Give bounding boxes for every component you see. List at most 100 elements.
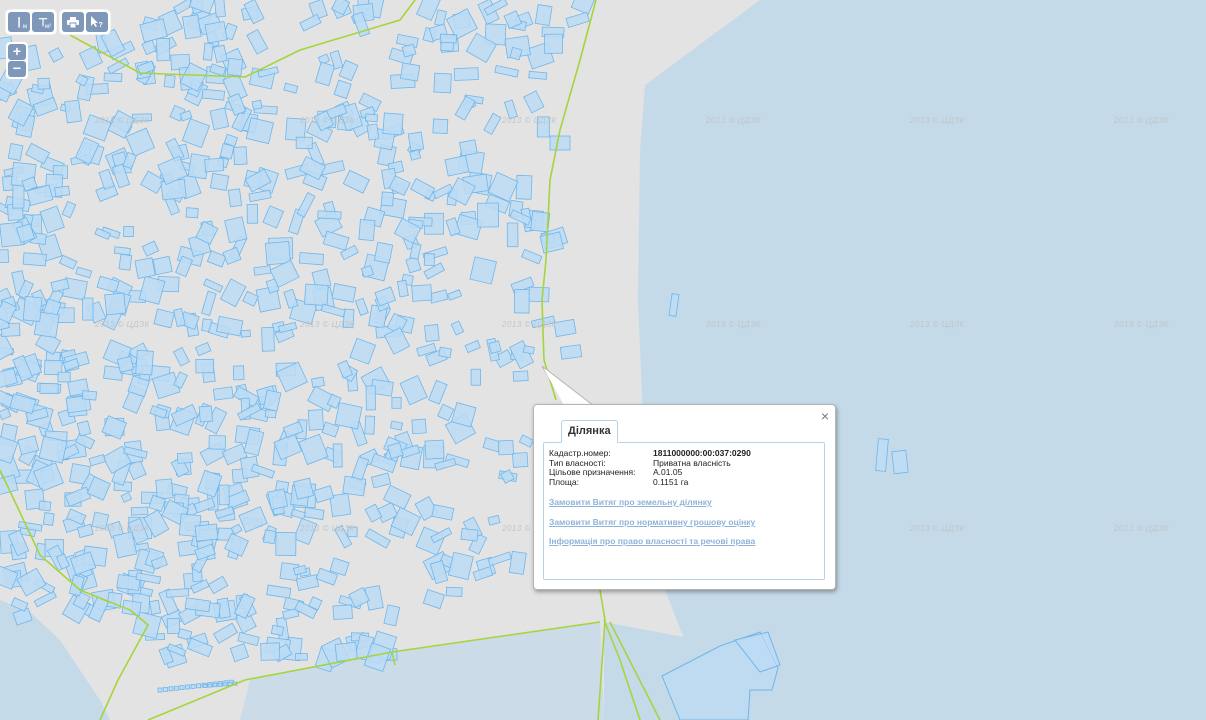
land-parcel[interactable]	[488, 340, 502, 354]
land-parcel[interactable]	[7, 143, 24, 161]
land-parcel[interactable]	[364, 415, 376, 435]
land-parcel[interactable]	[497, 439, 514, 456]
land-parcel[interactable]	[166, 617, 181, 635]
land-parcel[interactable]	[512, 370, 529, 382]
land-parcel[interactable]	[195, 358, 215, 374]
land-parcel[interactable]	[116, 355, 135, 373]
land-parcel[interactable]	[298, 252, 325, 266]
land-parcel[interactable]	[270, 624, 285, 636]
land-parcel[interactable]	[528, 286, 550, 303]
land-parcel[interactable]	[0, 249, 9, 264]
land-parcel[interactable]	[506, 222, 519, 248]
land-parcel[interactable]	[217, 682, 223, 687]
cadastral-map[interactable]	[0, 0, 1206, 720]
identify-button[interactable]: ?	[86, 12, 108, 32]
land-parcel[interactable]	[433, 72, 452, 94]
land-parcel[interactable]	[253, 265, 272, 276]
land-parcel[interactable]	[512, 452, 529, 468]
land-parcel[interactable]	[407, 131, 425, 152]
land-parcel[interactable]	[459, 139, 478, 157]
land-parcel[interactable]	[332, 604, 353, 621]
land-parcel[interactable]	[307, 409, 324, 431]
land-parcel[interactable]	[366, 123, 380, 141]
land-parcel[interactable]	[91, 511, 110, 530]
land-parcel[interactable]	[196, 683, 201, 689]
land-parcel[interactable]	[439, 33, 458, 44]
land-parcel[interactable]	[559, 344, 583, 360]
land-parcel[interactable]	[130, 506, 149, 516]
land-parcel[interactable]	[373, 241, 394, 264]
land-parcel[interactable]	[179, 685, 185, 690]
land-parcel[interactable]	[204, 157, 225, 173]
zoom-in-button[interactable]: +	[8, 44, 26, 60]
land-parcel[interactable]	[181, 14, 202, 40]
land-parcel[interactable]	[54, 185, 71, 197]
land-parcel[interactable]	[208, 435, 226, 450]
ownership-rights-info-link[interactable]: Інформація про право власності та речові…	[549, 536, 755, 546]
land-parcel[interactable]	[204, 20, 228, 44]
land-parcel[interactable]	[176, 452, 193, 464]
land-parcel[interactable]	[469, 256, 497, 285]
land-parcel[interactable]	[64, 99, 82, 124]
land-parcel[interactable]	[185, 207, 199, 219]
land-parcel[interactable]	[453, 67, 479, 81]
order-land-extract-link[interactable]: Замовити Витяг про земельну ділянку	[549, 497, 712, 507]
land-parcel[interactable]	[240, 329, 251, 338]
land-parcel[interactable]	[477, 202, 500, 228]
land-parcel[interactable]	[218, 484, 230, 506]
land-parcel[interactable]	[190, 684, 196, 689]
land-parcel[interactable]	[213, 0, 226, 18]
land-parcel[interactable]	[549, 135, 571, 151]
land-parcel[interactable]	[194, 523, 219, 542]
land-parcel[interactable]	[39, 383, 59, 395]
land-parcel[interactable]	[332, 443, 343, 468]
land-parcel[interactable]	[304, 283, 329, 307]
land-parcel[interactable]	[226, 57, 244, 77]
land-parcel[interactable]	[411, 418, 427, 435]
tab-parcel[interactable]: Ділянка	[561, 420, 618, 443]
land-parcel[interactable]	[264, 241, 291, 266]
land-parcel[interactable]	[261, 327, 275, 352]
land-parcel[interactable]	[209, 172, 230, 191]
land-parcel[interactable]	[515, 174, 533, 200]
land-parcel[interactable]	[347, 526, 358, 538]
land-parcel[interactable]	[424, 324, 440, 342]
land-parcel[interactable]	[365, 385, 376, 411]
land-parcel[interactable]	[391, 396, 402, 409]
land-parcel[interactable]	[364, 113, 379, 123]
land-parcel[interactable]	[38, 500, 52, 512]
land-parcel[interactable]	[534, 4, 553, 26]
land-parcel[interactable]	[212, 386, 234, 401]
land-parcel[interactable]	[104, 292, 127, 316]
land-parcel[interactable]	[152, 255, 173, 276]
land-parcel[interactable]	[295, 652, 308, 661]
land-parcel[interactable]	[553, 318, 577, 338]
land-parcel[interactable]	[275, 532, 297, 556]
land-parcel[interactable]	[168, 686, 174, 692]
land-parcel[interactable]	[156, 38, 171, 62]
land-parcel[interactable]	[262, 529, 277, 545]
land-parcel[interactable]	[42, 512, 55, 526]
land-parcel[interactable]	[134, 257, 156, 279]
land-parcel[interactable]	[438, 346, 452, 359]
land-parcel[interactable]	[37, 77, 51, 90]
land-parcel[interactable]	[891, 449, 909, 475]
land-parcel[interactable]	[123, 226, 134, 238]
land-parcel[interactable]	[528, 70, 548, 80]
land-parcel[interactable]	[135, 349, 154, 376]
land-parcel[interactable]	[317, 210, 342, 220]
order-valuation-extract-link[interactable]: Замовити Витяг про нормативну грошову оц…	[549, 517, 755, 527]
land-parcel[interactable]	[201, 88, 226, 101]
land-parcel[interactable]	[513, 289, 530, 314]
zoom-out-button[interactable]: −	[8, 61, 26, 77]
land-parcel[interactable]	[149, 599, 161, 615]
land-parcel[interactable]	[12, 184, 25, 209]
land-parcel[interactable]	[166, 588, 190, 598]
land-parcel[interactable]	[382, 112, 404, 136]
land-parcel[interactable]	[445, 586, 463, 597]
land-parcel[interactable]	[185, 684, 190, 690]
land-parcel[interactable]	[222, 682, 228, 687]
land-parcel[interactable]	[423, 253, 435, 266]
land-parcel[interactable]	[508, 550, 527, 575]
land-parcel[interactable]	[246, 203, 259, 224]
